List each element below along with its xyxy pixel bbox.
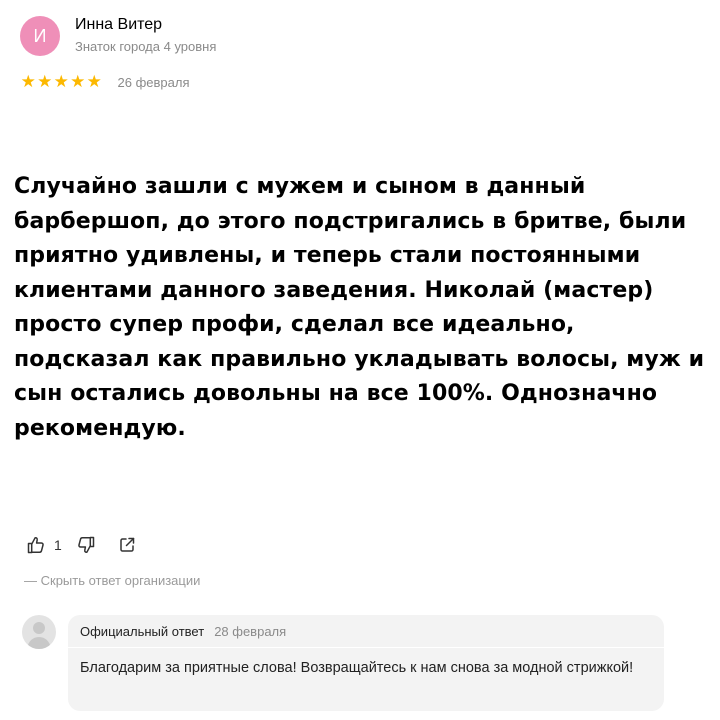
- reply-divider: [68, 647, 664, 648]
- star-icon: ★: [70, 72, 86, 91]
- share-icon: [120, 537, 135, 552]
- dislike-button[interactable]: [76, 535, 96, 555]
- organization-avatar: [22, 615, 56, 649]
- user-silhouette-icon: [27, 622, 51, 649]
- official-reply-text: Благодарим за приятные слова! Возвращайт…: [80, 660, 634, 676]
- thumbs-down-icon: [77, 536, 95, 554]
- like-count: 1: [54, 537, 62, 553]
- official-reply-header: Официальный ответ 28 февраля: [80, 624, 286, 639]
- review-date: 26 февраля: [117, 74, 190, 90]
- avatar-letter: И: [33, 25, 47, 46]
- author-level: Знаток города 4 уровня: [75, 39, 217, 54]
- star-icon: ★: [20, 72, 36, 91]
- star-icon: ★: [37, 72, 53, 91]
- official-reply-title: Официальный ответ: [80, 624, 205, 639]
- rating-row: ★ ★ ★ ★ ★ 26 февраля: [20, 72, 190, 92]
- author-avatar[interactable]: И: [20, 16, 60, 56]
- hide-organization-reply-link[interactable]: — Скрыть ответ организации: [24, 573, 200, 588]
- like-button[interactable]: [26, 535, 46, 555]
- review-text: Случайно зашли с мужем и сыном в данный …: [14, 174, 705, 441]
- thumbs-up-icon: [27, 536, 44, 554]
- review-card: И Инна Витер Знаток города 4 уровня ★ ★ ★ ★…: [0, 0, 720, 720]
- official-reply: Официальный ответ 28 февраля Благодарим …: [68, 615, 664, 711]
- review-actions: 1: [26, 534, 136, 556]
- star-icon: ★: [53, 72, 69, 91]
- share-button[interactable]: [118, 536, 136, 554]
- star-icon: ★: [86, 72, 102, 91]
- rating-stars: ★ ★ ★ ★ ★: [20, 72, 103, 92]
- official-reply-date: 28 февраля: [214, 624, 287, 639]
- author-name[interactable]: Инна Витер: [75, 16, 162, 34]
